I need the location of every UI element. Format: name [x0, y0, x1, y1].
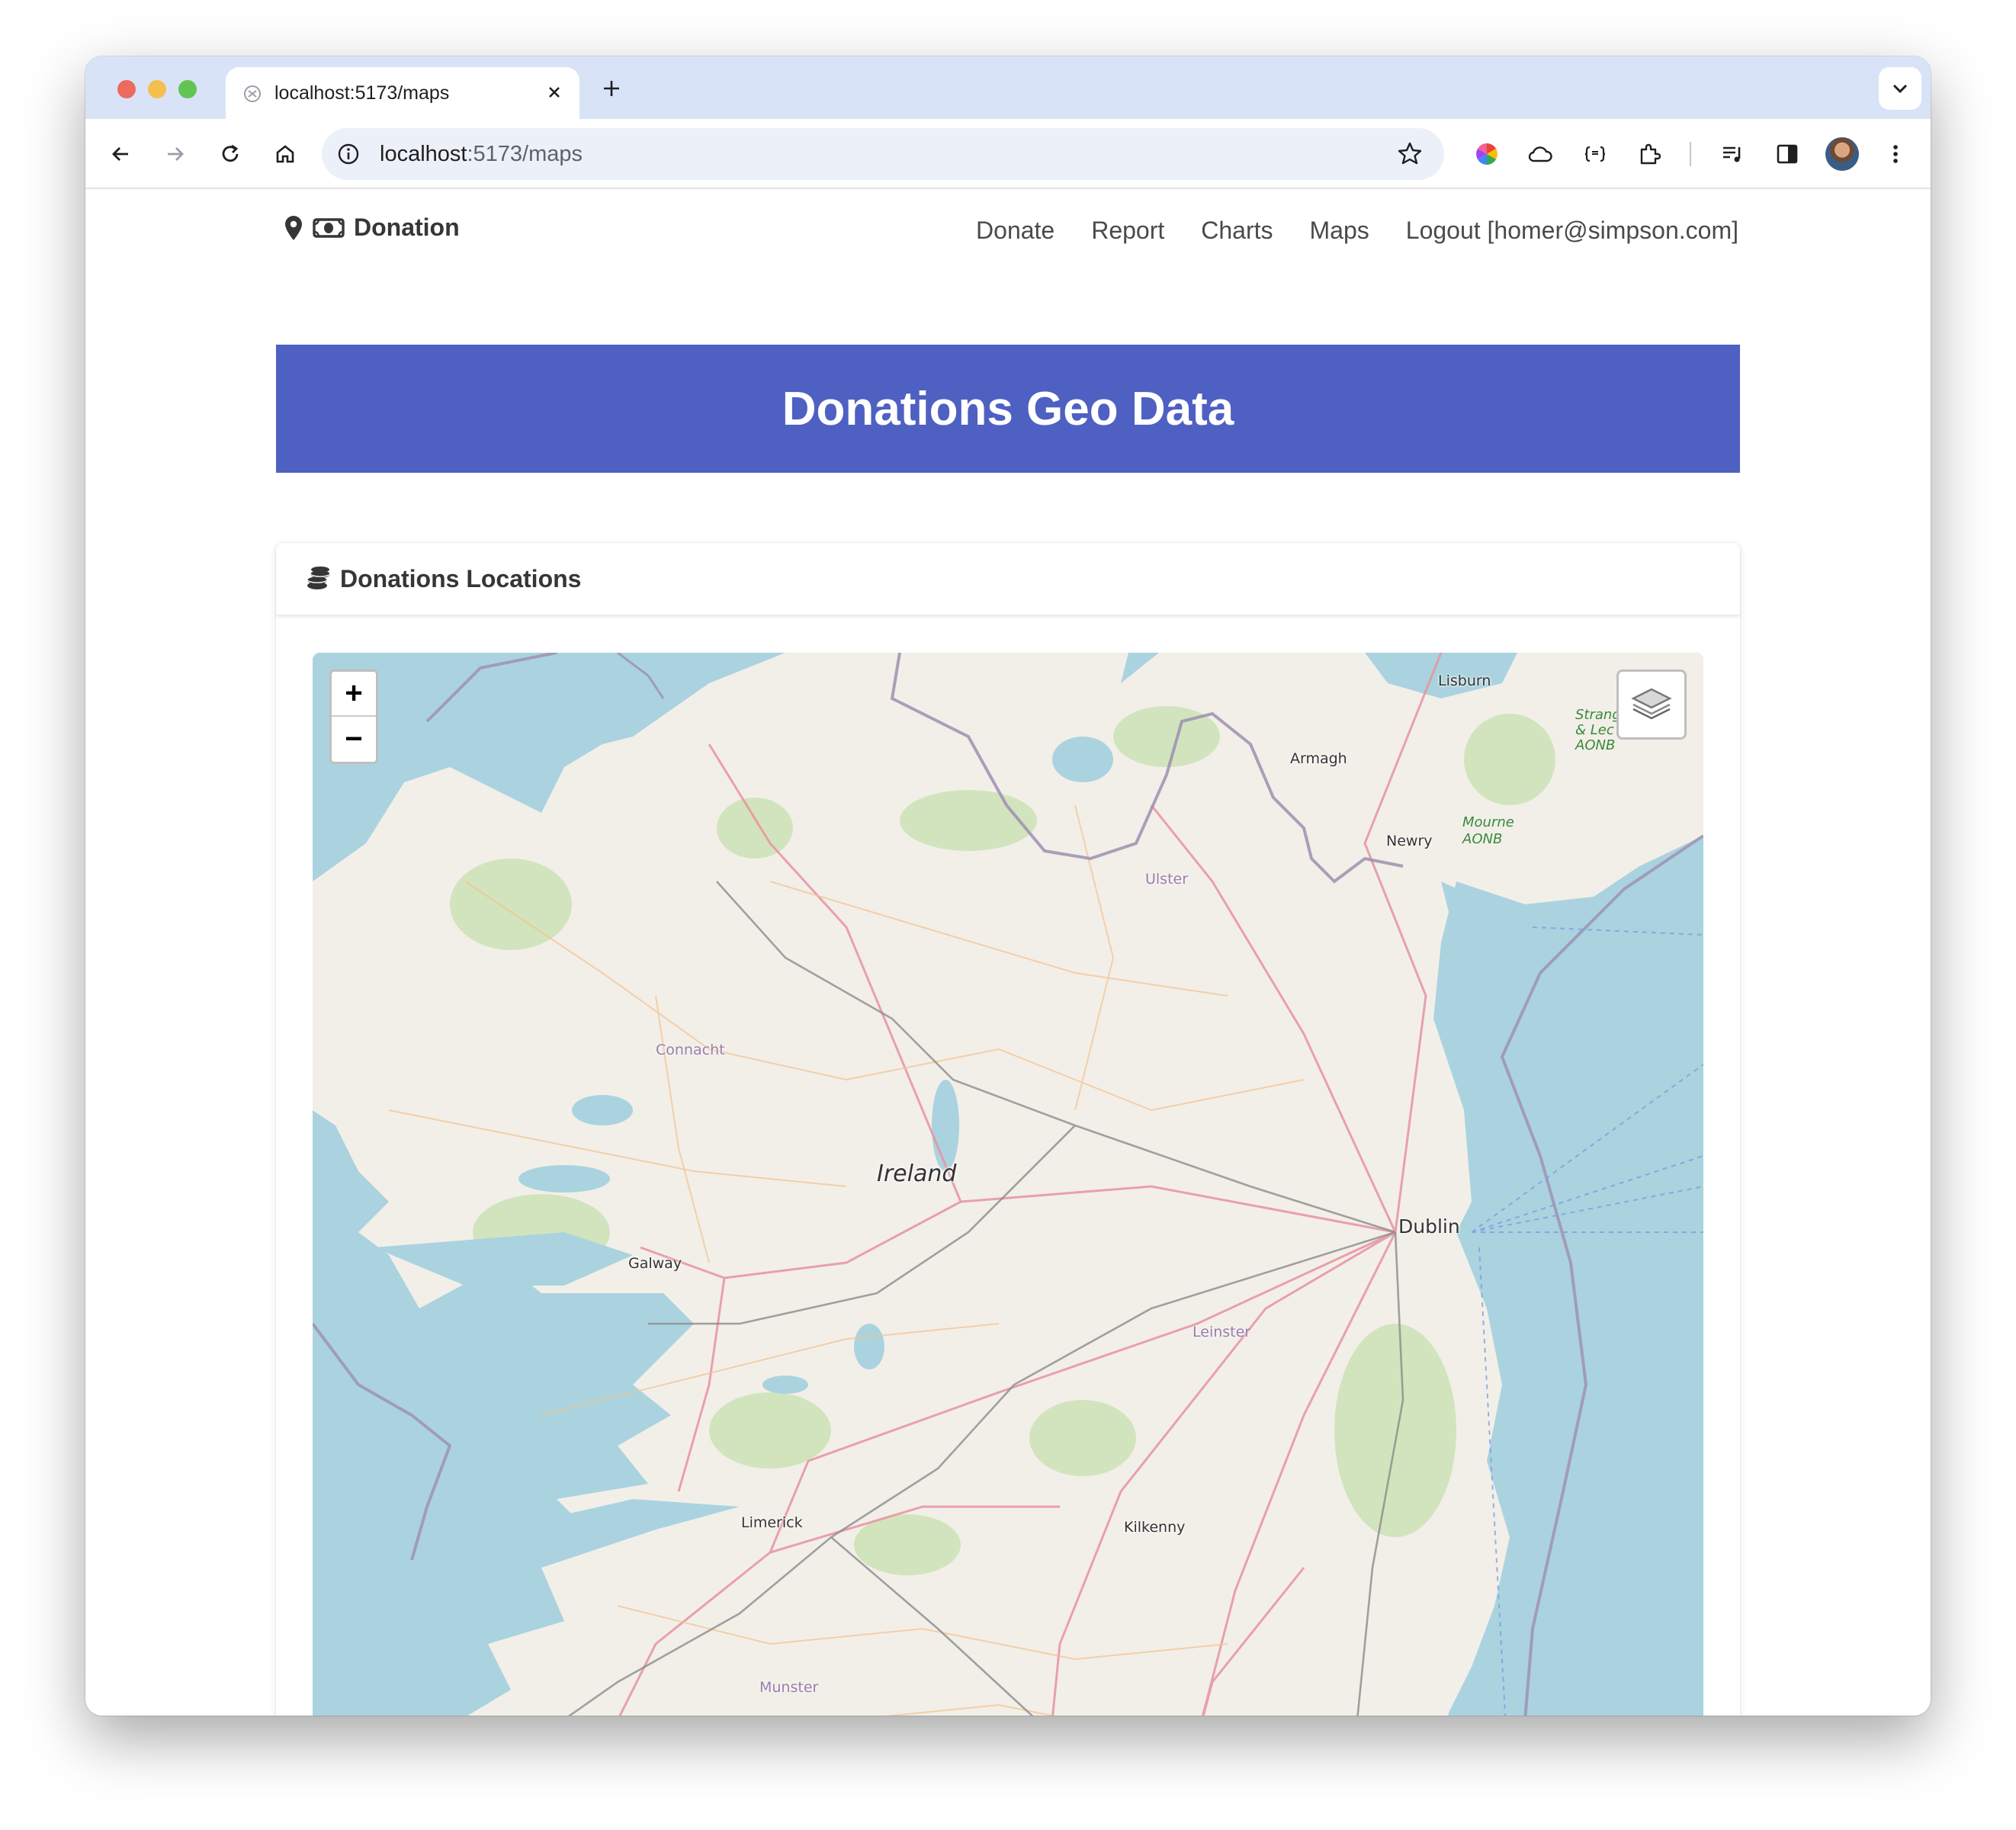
- cloud-extension-button[interactable]: [1523, 137, 1557, 171]
- forward-button[interactable]: [159, 137, 192, 171]
- nav-menu: Donate Report Charts Maps Logout [homer@…: [976, 217, 1738, 245]
- tab-strip: localhost:5173/maps: [85, 56, 1931, 119]
- url-path: :5173/maps: [467, 142, 583, 166]
- maximize-window-button[interactable]: [178, 80, 197, 98]
- toolbar-divider: [1690, 142, 1691, 166]
- map-label-galway: Galway: [628, 1255, 682, 1272]
- web-page: Donation Donate Report Charts Maps Logou…: [85, 191, 1931, 1716]
- reload-icon: [222, 144, 239, 162]
- money-bill-icon: [313, 217, 345, 238]
- new-tab-icon[interactable]: [598, 75, 625, 102]
- map-label-munster: Munster: [759, 1679, 819, 1696]
- nav-link-charts[interactable]: Charts: [1201, 217, 1273, 245]
- url-host: localhost: [380, 142, 467, 166]
- bookmark-star-icon[interactable]: [1395, 140, 1424, 169]
- reload-button[interactable]: [213, 137, 247, 171]
- tab-search-button[interactable]: [1879, 67, 1921, 110]
- map-label-dublin: Dublin: [1398, 1215, 1460, 1238]
- url-text: localhost:5173/maps: [380, 142, 583, 167]
- browser-tab[interactable]: localhost:5173/maps: [226, 67, 579, 119]
- arrow-right-icon: [168, 147, 184, 161]
- navbar: Donation Donate Report Charts Maps Logou…: [85, 191, 1931, 274]
- browser-window: localhost:5173/maps localhost:5173/maps …: [85, 56, 1931, 1716]
- brand-name: Donation: [354, 214, 460, 241]
- address-bar[interactable]: localhost:5173/maps: [322, 128, 1444, 180]
- map-label-mourne-aonb: Mourne AONB: [1462, 814, 1514, 847]
- profile-avatar[interactable]: [1825, 137, 1859, 171]
- layers-icon: [1631, 688, 1672, 720]
- map-tiles: [313, 653, 1703, 1716]
- map-label-strangford-aonb: Strang & Lec AONB: [1575, 707, 1621, 753]
- zoom-control: + −: [329, 669, 378, 764]
- nav-link-donate[interactable]: Donate: [976, 217, 1055, 245]
- back-button[interactable]: [104, 137, 137, 171]
- map-label-limerick: Limerick: [741, 1514, 803, 1531]
- card-title: Donations Locations: [340, 564, 582, 592]
- home-icon: [276, 145, 294, 163]
- map-label-newry: Newry: [1386, 833, 1433, 849]
- globe-icon: [244, 85, 261, 102]
- map-label-kilkenny: Kilkenny: [1124, 1519, 1186, 1536]
- puzzle-icon: [1640, 143, 1661, 165]
- json-extension-button[interactable]: [1578, 137, 1612, 171]
- info-icon[interactable]: [335, 141, 361, 167]
- cloud-icon: [1528, 146, 1552, 162]
- map-label-lisburn: Lisburn: [1438, 673, 1491, 689]
- browser-toolbar: localhost:5173/maps: [85, 119, 1931, 189]
- home-button[interactable]: [268, 137, 302, 171]
- minimize-window-button[interactable]: [148, 80, 166, 98]
- arrow-left-icon: [112, 147, 128, 161]
- braces-icon: [1584, 146, 1606, 162]
- chevron-down-icon: [1892, 84, 1908, 94]
- map-marker-icon: [285, 215, 302, 240]
- map-label-ulster: Ulster: [1145, 871, 1189, 888]
- map-label-armagh: Armagh: [1290, 750, 1347, 767]
- close-tab-icon[interactable]: [543, 81, 566, 104]
- more-vertical-icon: [1893, 145, 1898, 163]
- zoom-in-button[interactable]: +: [332, 672, 376, 717]
- extensions-button[interactable]: [1633, 137, 1667, 171]
- map-label-ireland: Ireland: [877, 1161, 957, 1187]
- color-extension-button[interactable]: [1470, 137, 1504, 171]
- page-title: Donations Geo Data: [782, 382, 1234, 435]
- reading-list-button[interactable]: [1716, 137, 1749, 171]
- playlist-icon: [1723, 146, 1741, 162]
- map-view[interactable]: Lisburn Armagh Newry Strang & Lec AONB M…: [313, 653, 1703, 1716]
- map-label-connacht: Connacht: [656, 1042, 725, 1058]
- coins-icon: [307, 567, 331, 589]
- map-card: Donations Locations Lisburn Armagh Newry…: [276, 543, 1740, 1716]
- tab-title: localhost:5173/maps: [274, 82, 450, 104]
- card-header: Donations Locations: [276, 543, 1740, 616]
- layers-control-button[interactable]: [1616, 669, 1687, 740]
- browser-menu-button[interactable]: [1879, 137, 1912, 171]
- zoom-out-button[interactable]: −: [332, 717, 376, 762]
- nav-link-logout[interactable]: Logout [homer@simpson.com]: [1406, 217, 1738, 245]
- side-panel-button[interactable]: [1770, 137, 1804, 171]
- close-window-button[interactable]: [117, 80, 136, 98]
- brand[interactable]: Donation: [284, 214, 460, 242]
- map-label-leinster: Leinster: [1193, 1324, 1251, 1340]
- nav-link-report[interactable]: Report: [1091, 217, 1164, 245]
- side-panel-icon: [1777, 144, 1798, 164]
- nav-link-maps[interactable]: Maps: [1310, 217, 1369, 245]
- hero-banner: Donations Geo Data: [276, 345, 1740, 473]
- color-wheel-icon: [1476, 143, 1498, 165]
